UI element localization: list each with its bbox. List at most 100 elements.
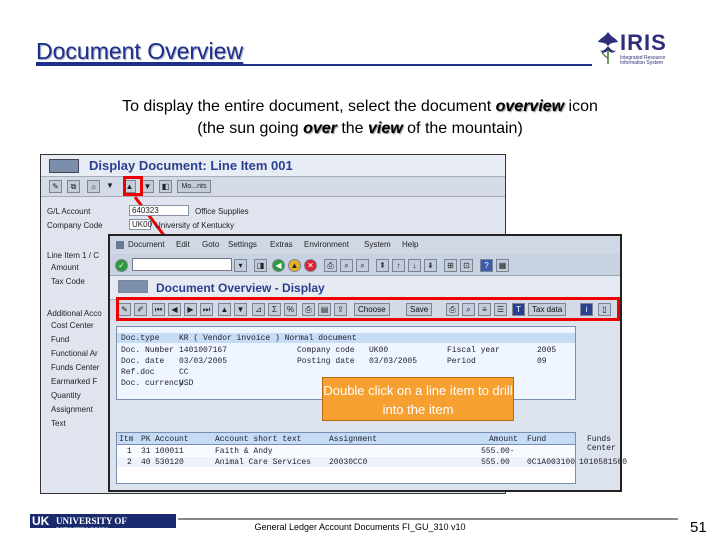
- dropdown-arrow-icon[interactable]: ▼: [105, 180, 115, 193]
- last-page-icon[interactable]: ⇟: [424, 259, 437, 272]
- more-button[interactable]: Mo...nts: [177, 180, 211, 193]
- drill-down-callout: Double click on a line item to drill int…: [322, 377, 514, 421]
- logo-wordmark: IRIS: [620, 30, 667, 55]
- gl-account-desc: Office Supplies: [195, 207, 249, 216]
- instr-1-em: overview: [495, 98, 565, 115]
- row1-itm[interactable]: 1: [127, 447, 132, 456]
- window-menu-icon[interactable]: [116, 241, 124, 249]
- row2-fund[interactable]: 0C1A003100: [527, 458, 575, 467]
- screen-title: Document Overview - Display: [156, 281, 325, 295]
- row2-assignment[interactable]: 20030CC0: [329, 458, 367, 467]
- document-overview-window: Document Edit Goto Settings Extras Envir…: [108, 234, 627, 492]
- toolbar-highlight: [116, 297, 620, 321]
- help-icon[interactable]: ?: [480, 259, 493, 272]
- menu-extras[interactable]: Extras: [270, 240, 293, 249]
- row1-pk[interactable]: 31: [141, 447, 151, 456]
- new-session-icon[interactable]: ⊞: [444, 259, 457, 272]
- ref-doc-label: Ref.doc: [121, 368, 155, 377]
- other-document-icon[interactable]: ⧉: [67, 180, 80, 193]
- company-code-label: Company code: [297, 346, 355, 355]
- enter-icon[interactable]: ✓: [115, 259, 128, 272]
- side-label: Earmarked F: [51, 377, 98, 386]
- back-icon[interactable]: ◀: [272, 259, 285, 272]
- company-code-label: Company Code: [47, 221, 103, 230]
- save-icon[interactable]: ◨: [254, 259, 267, 272]
- cancel-icon[interactable]: ✕: [304, 259, 317, 272]
- menu-environment[interactable]: Environment: [304, 240, 349, 249]
- side-label: Text: [51, 419, 66, 428]
- side-label: Cost Center: [51, 321, 94, 330]
- company-code-field[interactable]: UK00: [129, 219, 152, 230]
- row2-itm[interactable]: 2: [127, 458, 132, 467]
- menu-edit[interactable]: Edit: [176, 240, 190, 249]
- instr-1b: icon: [564, 98, 598, 115]
- row2-account[interactable]: 530120: [155, 458, 184, 467]
- fiscal-year-value: 2005: [537, 346, 557, 355]
- instr-2a: (the sun going: [197, 120, 304, 137]
- side-label: Additional Acco: [47, 309, 102, 318]
- page-number: 51: [690, 519, 707, 536]
- gl-account-field[interactable]: 640323: [129, 205, 189, 216]
- find-next-icon[interactable]: ⌕: [356, 259, 369, 272]
- col-itm: Itm: [119, 435, 134, 444]
- instr-2-em1: over: [303, 120, 337, 137]
- print-icon[interactable]: ⎙: [324, 259, 337, 272]
- exit-icon[interactable]: ▲: [288, 259, 301, 272]
- layout-icon[interactable]: ▦: [496, 259, 509, 272]
- row2-amount[interactable]: 555.00: [481, 458, 510, 467]
- sap-logo-icon: [118, 280, 148, 293]
- display-change-icon[interactable]: ✎: [49, 180, 62, 193]
- side-label: Fund: [51, 335, 70, 344]
- menu-help[interactable]: Help: [402, 240, 418, 249]
- currency-value: USD: [179, 379, 194, 388]
- slide-title: Document Overview: [36, 38, 244, 64]
- document-overview-icon[interactable]: ☼: [87, 180, 100, 193]
- iris-logo: IRIS Integrated Resource Information Sys…: [592, 28, 702, 72]
- row2-short-text[interactable]: Animal Care Services: [215, 458, 311, 467]
- command-field[interactable]: [132, 258, 232, 271]
- menu-bar: Document Edit Goto Settings Extras Envir…: [110, 236, 620, 254]
- side-label: Line Item 1 / C: [47, 251, 100, 260]
- row1-amount[interactable]: 555.00-: [481, 447, 515, 456]
- menu-settings[interactable]: Settings: [228, 240, 257, 249]
- shortcut-icon[interactable]: ⊡: [460, 259, 473, 272]
- col-amount: Amount: [489, 435, 518, 444]
- doc-number-label: Doc. Number: [121, 346, 174, 355]
- title-underline: [36, 64, 592, 66]
- row1-account[interactable]: 100011: [155, 447, 184, 456]
- col-pk: PK: [141, 435, 151, 444]
- row2-pk[interactable]: 40: [141, 458, 151, 467]
- first-page-icon[interactable]: ⇞: [376, 259, 389, 272]
- side-label: Funds Center: [51, 363, 100, 372]
- side-label: Assignment: [51, 405, 93, 414]
- menu-system[interactable]: System: [364, 240, 391, 249]
- menu-document[interactable]: Document: [128, 240, 164, 249]
- side-label: Quantity: [51, 391, 81, 400]
- col-account: Account: [155, 435, 189, 444]
- doc-date-label: Doc. date: [121, 357, 165, 366]
- menu-goto[interactable]: Goto: [202, 240, 219, 249]
- find-icon[interactable]: ⌕: [340, 259, 353, 272]
- col-fund: Fund: [527, 435, 547, 444]
- instr-2mid: the: [336, 120, 369, 137]
- standard-toolbar: ✓ ▾ ◨ ◀ ▲ ✕ ⎙ ⌕ ⌕ ⇞ ↑ ↓ ⇟ ⊞ ⊡ ? ▦: [110, 254, 620, 276]
- line-item-title-bar: Display Document: Line Item 001: [41, 155, 505, 177]
- row1-short-text[interactable]: Faith & Andy: [215, 447, 273, 456]
- footer-rule: [178, 518, 678, 520]
- doc-number-value: 1401007167: [179, 346, 228, 355]
- next-page-icon[interactable]: ↓: [408, 259, 421, 272]
- footer-text: General Ledger Account Documents FI_GU_3…: [254, 522, 466, 532]
- fiscal-year-label: Fiscal year: [447, 346, 500, 355]
- save-icon[interactable]: ◧: [159, 180, 172, 193]
- company-code-value: UK00: [369, 346, 389, 355]
- posting-date-label: Posting date: [297, 357, 355, 366]
- command-dropdown-icon[interactable]: ▾: [234, 259, 247, 272]
- prev-page-icon[interactable]: ↑: [392, 259, 405, 272]
- doc-type-label: Doc.type: [121, 334, 160, 343]
- side-label: Functional Ar: [51, 349, 98, 358]
- gl-account-label: G/L Account: [47, 207, 91, 216]
- sap-logo-icon: [49, 159, 79, 173]
- col-funds-center: Funds Center: [587, 435, 616, 453]
- row2-funds-center[interactable]: 1010581500: [579, 458, 627, 467]
- col-assignment: Assignment: [329, 435, 378, 444]
